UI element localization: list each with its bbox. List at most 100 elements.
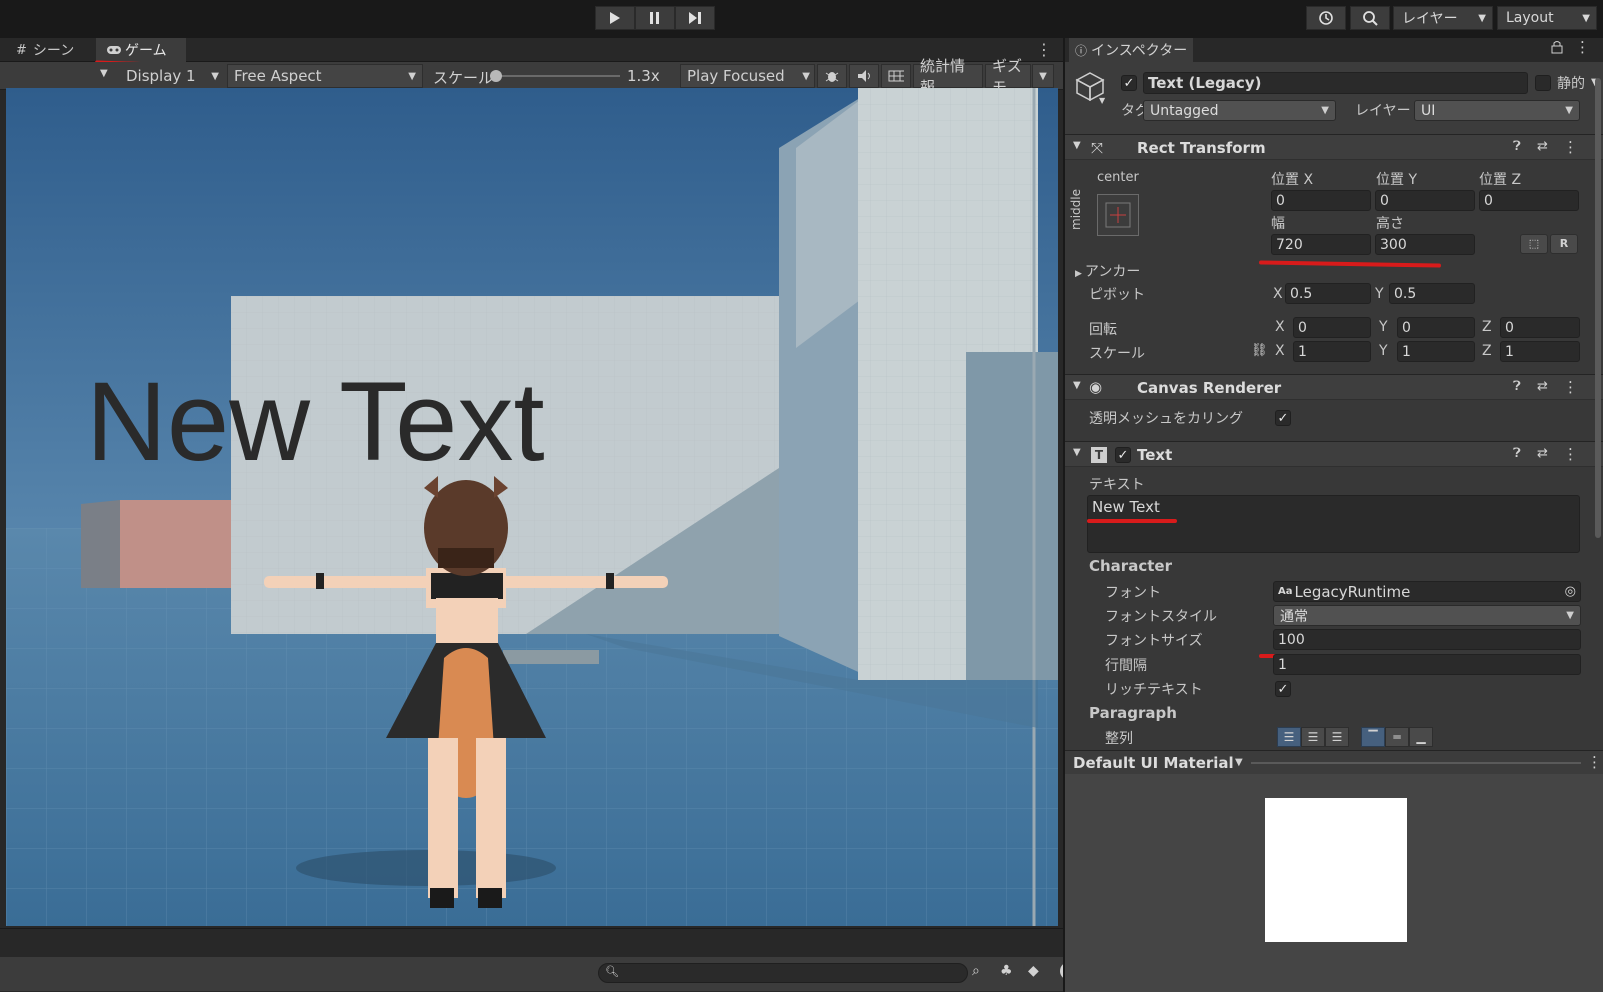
anchors-foldout[interactable]: ▶ アンカー — [1075, 261, 1140, 281]
filter-search-icon[interactable]: ⌕ — [972, 963, 980, 979]
chevron-down-icon[interactable]: ▼ — [100, 68, 108, 79]
layout-dropdown[interactable]: Layout ▼ — [1497, 6, 1597, 30]
align-left-button[interactable]: ☰ — [1277, 727, 1301, 747]
play-button[interactable] — [595, 6, 635, 30]
help-icon[interactable]: ❓︎ — [1513, 446, 1521, 461]
rot-z-field[interactable]: 0 — [1500, 317, 1580, 338]
scale-slider-track[interactable] — [496, 75, 620, 77]
font-size-field[interactable]: 100 — [1273, 629, 1581, 650]
gizmos-dropdown[interactable]: ▼ — [1032, 64, 1054, 88]
debug-button[interactable] — [817, 64, 847, 88]
more-options-icon[interactable]: ⋮ — [1563, 138, 1578, 156]
align-top-button[interactable]: ▔ — [1361, 727, 1385, 747]
rot-y-field[interactable]: 0 — [1397, 317, 1475, 338]
more-options-icon[interactable]: ⋮ — [1587, 753, 1602, 771]
rect-transform-header[interactable]: ▼ ⤧ Rect Transform ❓︎ ⇄ ⋮ — [1065, 134, 1603, 160]
filter-type-icon[interactable]: ♣ — [1000, 963, 1013, 979]
step-button[interactable] — [675, 6, 715, 30]
play-mode-dropdown[interactable]: Play Focused ▼ — [680, 64, 815, 88]
cull-mesh-checkbox[interactable]: ✓ — [1275, 410, 1291, 426]
rot-x-field[interactable]: 0 — [1293, 317, 1371, 338]
search-icon — [1363, 11, 1378, 26]
blueprint-mode-button[interactable]: ⬚ — [1520, 234, 1548, 254]
preset-icon[interactable]: ⇄ — [1537, 379, 1548, 394]
layer-dropdown[interactable]: UI ▼ — [1414, 100, 1580, 121]
pos-y-label: 位置 Y — [1376, 172, 1418, 188]
game-control-bar: ▼ Display 1 ▼ Free Aspect ▼ スケール 1.3x Pl… — [0, 57, 1063, 96]
chevron-down-icon[interactable]: ▼ — [1099, 96, 1105, 105]
lock-icon[interactable] — [1551, 40, 1563, 58]
rich-text-checkbox[interactable]: ✓ — [1275, 681, 1291, 697]
align-right-button[interactable]: ☰ — [1325, 727, 1349, 747]
more-options-icon[interactable]: ⋮ — [1036, 40, 1052, 59]
display-dropdown[interactable]: Display 1 ▼ — [120, 64, 225, 88]
preset-icon[interactable]: ⇄ — [1537, 139, 1548, 154]
object-picker-icon[interactable]: ◎ — [1565, 584, 1576, 599]
align-bottom-button[interactable]: ▁ — [1409, 727, 1433, 747]
scene-render: New Text — [6, 88, 1058, 926]
tab-inspector[interactable]: ⓘ インスペクター — [1069, 38, 1193, 62]
pos-y-field[interactable]: 0 — [1375, 190, 1475, 211]
keyboard-shortcuts-button[interactable] — [881, 64, 911, 88]
pos-x-label: 位置 X — [1271, 172, 1314, 188]
pause-button[interactable] — [635, 6, 675, 30]
text-enabled-checkbox[interactable]: ✓ — [1115, 447, 1131, 463]
align-center-button[interactable]: ☰ — [1301, 727, 1325, 747]
pause-icon — [650, 12, 659, 24]
gizmos-button[interactable]: ギズモ — [985, 57, 1031, 96]
active-checkbox[interactable]: ✓ — [1121, 75, 1137, 91]
aspect-dropdown[interactable]: Free Aspect ▼ — [227, 64, 423, 88]
pivot-y-field[interactable]: 0.5 — [1389, 283, 1475, 304]
text-value-area[interactable]: New Text — [1087, 495, 1580, 553]
mute-audio-button[interactable] — [849, 64, 879, 88]
align-middle-button[interactable]: ═ — [1385, 727, 1409, 747]
canvas-renderer-header[interactable]: ▼ ◉ Canvas Renderer ❓︎ ⇄ ⋮ — [1065, 374, 1603, 400]
font-style-dropdown[interactable]: 通常 ▼ — [1273, 605, 1581, 626]
inspector-scrollbar[interactable] — [1595, 78, 1601, 538]
tag-icon[interactable]: ◆ — [1028, 963, 1039, 979]
object-name-field[interactable]: Text (Legacy) — [1143, 72, 1528, 94]
help-icon[interactable]: ❓︎ — [1513, 379, 1521, 394]
height-label: 高さ — [1376, 216, 1404, 232]
preset-icon[interactable]: ⇄ — [1537, 446, 1548, 461]
game-tab-bar: # シーン ゲーム ⋮ — [0, 38, 1063, 68]
width-field[interactable]: 720 — [1271, 234, 1371, 255]
line-spacing-field[interactable]: 1 — [1273, 654, 1581, 675]
help-icon[interactable]: ❓︎ — [1513, 139, 1521, 154]
keyboard-icon — [888, 70, 904, 82]
font-label: フォント — [1105, 585, 1161, 601]
anchor-preset-button[interactable] — [1097, 194, 1139, 236]
more-options-icon[interactable]: ⋮ — [1563, 378, 1578, 396]
game-viewport[interactable]: New Text — [6, 88, 1058, 926]
tab-game[interactable]: ゲーム — [96, 38, 186, 62]
more-options-icon[interactable]: ⋮ — [1575, 38, 1590, 56]
font-field[interactable]: Aa LegacyRuntime ◎ — [1273, 581, 1581, 602]
search-button[interactable] — [1350, 6, 1390, 30]
pivot-x-field[interactable]: 0.5 — [1285, 283, 1371, 304]
line-spacing-label: 行間隔 — [1105, 658, 1147, 674]
scale-z-field[interactable]: 1 — [1500, 341, 1580, 362]
splitter[interactable] — [1251, 762, 1581, 764]
scale-slider-handle[interactable] — [490, 70, 502, 82]
height-field[interactable]: 300 — [1375, 234, 1475, 255]
stats-button[interactable]: 統計情報 — [913, 57, 983, 96]
history-button[interactable] — [1306, 6, 1346, 30]
link-icon[interactable]: ⛓ — [1251, 343, 1268, 358]
pos-z-field[interactable]: 0 — [1479, 190, 1579, 211]
rot-x-axis: X — [1275, 319, 1285, 335]
scale-y-field[interactable]: 1 — [1397, 341, 1475, 362]
material-header[interactable]: Default UI Material ▼ ⋮ — [1065, 750, 1603, 774]
pivot-x-axis: X — [1273, 286, 1283, 302]
raw-edit-button[interactable]: R — [1550, 234, 1578, 254]
tag-dropdown[interactable]: Untagged ▼ — [1143, 100, 1336, 121]
pos-x-field[interactable]: 0 — [1271, 190, 1371, 211]
console-search-input[interactable]: 🔍︎ — [598, 963, 968, 983]
more-options-icon[interactable]: ⋮ — [1563, 445, 1578, 463]
rect-transform-icon: ⤧ — [1091, 139, 1104, 157]
layers-dropdown[interactable]: レイヤー ▼ — [1393, 6, 1493, 30]
text-component-header[interactable]: ▼ T ✓ Text ❓︎ ⇄ ⋮ — [1065, 441, 1603, 467]
static-checkbox[interactable] — [1535, 75, 1551, 91]
pivot-y-axis: Y — [1375, 286, 1384, 302]
tab-scene[interactable]: # シーン — [6, 38, 84, 62]
scale-x-field[interactable]: 1 — [1293, 341, 1371, 362]
